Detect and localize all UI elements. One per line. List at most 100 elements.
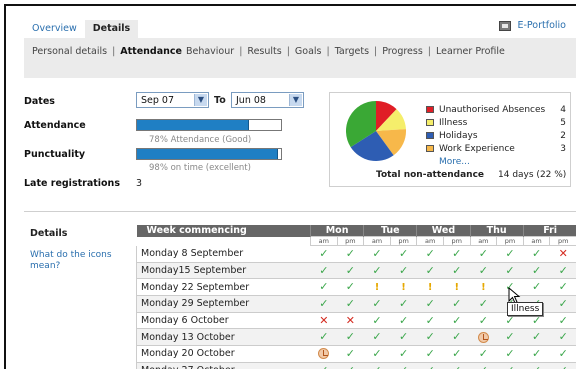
session-cell[interactable]: ✓ [337, 362, 364, 369]
subnav-item-results[interactable]: Results [247, 46, 281, 57]
attendance-bar [136, 119, 282, 131]
subnav-items: Personal details | Attendance Behaviour | Res… [32, 46, 505, 57]
session-cell[interactable]: ✓ [363, 262, 391, 280]
session-cell[interactable]: ✓ [496, 345, 524, 363]
session-cell[interactable]: ✓ [443, 295, 471, 313]
subnav-item-progress[interactable]: Progress [382, 46, 423, 57]
session-cell[interactable]: ✓ [549, 345, 576, 363]
session-cell[interactable]: ✓ [416, 245, 444, 263]
session-cell[interactable]: ✓ [470, 262, 497, 280]
session-cell[interactable]: ✓ [549, 328, 576, 347]
subnav-item-behaviour[interactable]: Behaviour [186, 46, 234, 57]
session-cell[interactable]: ✓ [523, 262, 550, 280]
session-cell[interactable]: ✓ [390, 295, 417, 313]
session-cell[interactable]: ✓ [470, 245, 497, 263]
session-cell[interactable]: ✓ [337, 245, 364, 263]
session-cell[interactable]: ✓ [337, 295, 364, 313]
session-cell[interactable]: ✓ [310, 362, 338, 369]
more-link[interactable]: More... [439, 157, 470, 167]
session-cell[interactable]: ✓ [549, 262, 576, 280]
session-cell[interactable]: ✓ [310, 295, 338, 313]
session-cell[interactable]: ✓ [496, 362, 524, 369]
date-to-select[interactable]: Jun 08 ▼ [231, 92, 304, 108]
tab-overview[interactable]: Overview [24, 20, 85, 38]
session-cell[interactable]: ✓ [390, 262, 417, 280]
session-cell[interactable]: ✓ [523, 362, 550, 369]
session-cell[interactable]: ✓ [337, 328, 364, 347]
punctuality-bar [136, 148, 282, 160]
session-cell[interactable] [470, 328, 497, 347]
session-cell[interactable]: ✓ [390, 245, 417, 263]
session-cell[interactable]: ✓ [523, 245, 550, 263]
present-tick-icon: ✓ [345, 263, 355, 277]
session-cell[interactable]: ✓ [496, 328, 524, 347]
session-cell[interactable]: ✓ [549, 312, 576, 330]
session-cell[interactable]: ✓ [363, 295, 391, 313]
session-cell[interactable]: ✓ [390, 328, 417, 347]
session-cell[interactable]: ✓ [337, 262, 364, 280]
present-tick-icon: ✓ [452, 263, 462, 277]
session-cell[interactable]: ✓ [443, 262, 471, 280]
tab-details[interactable]: Details [84, 20, 139, 38]
subnav-item-attendance[interactable]: Attendance [120, 46, 182, 57]
session-cell[interactable]: ✓ [443, 312, 471, 330]
session-cell[interactable]: ✓ [310, 262, 338, 280]
session-cell[interactable]: ! [390, 278, 417, 297]
session-cell[interactable]: ✓ [549, 295, 576, 313]
session-cell[interactable]: ✓ [496, 245, 524, 263]
session-cell[interactable]: ✓ [416, 312, 444, 330]
absent-cross-icon: ✕ [345, 313, 355, 327]
session-cell[interactable]: ! [416, 278, 444, 297]
date-from-select[interactable]: Sep 07 ▼ [136, 92, 209, 108]
session-cell[interactable]: ✓ [390, 362, 417, 369]
session-cell[interactable]: ✓ [363, 245, 391, 263]
session-cell[interactable]: ✓ [416, 345, 444, 363]
session-header-pm: pm [549, 236, 576, 246]
session-cell[interactable]: ✕ [337, 312, 364, 330]
session-cell[interactable]: ✓ [549, 362, 576, 369]
session-cell[interactable]: ✓ [470, 312, 497, 330]
session-cell[interactable] [310, 345, 338, 363]
session-cell[interactable]: ✓ [416, 362, 444, 369]
session-cell[interactable]: ✓ [416, 328, 444, 347]
session-cell[interactable]: ✓ [416, 295, 444, 313]
icons-help-link[interactable]: What do the icons mean? [30, 250, 120, 272]
session-cell[interactable]: ✓ [363, 328, 391, 347]
session-cell[interactable]: ✓ [443, 245, 471, 263]
session-cell[interactable]: ✓ [443, 345, 471, 363]
session-cell[interactable]: ! [470, 278, 497, 297]
session-cell[interactable]: ✕ [549, 245, 576, 263]
session-cell[interactable]: ✓ [470, 345, 497, 363]
session-cell[interactable]: ✓ [310, 278, 338, 297]
week-commencing-cell: Monday 29 September [136, 295, 311, 313]
session-cell[interactable]: ✓ [443, 328, 471, 347]
session-cell[interactable]: ✓ [416, 262, 444, 280]
session-cell[interactable]: ✓ [523, 328, 550, 347]
session-cell[interactable]: ✓ [363, 312, 391, 330]
eportfolio-link[interactable]: E-Portfolio [499, 20, 566, 31]
subnav-item-personal-details[interactable]: Personal details [32, 46, 107, 57]
session-cell[interactable]: ✕ [310, 312, 338, 330]
session-cell[interactable]: ✓ [549, 278, 576, 297]
session-cell[interactable]: ! [443, 278, 471, 297]
session-cell[interactable]: ✓ [470, 362, 497, 369]
subnav-item-learner-profile[interactable]: Learner Profile [436, 46, 505, 57]
session-cell[interactable]: ✓ [390, 345, 417, 363]
session-cell[interactable]: ✓ [390, 312, 417, 330]
session-cell[interactable]: ✓ [363, 362, 391, 369]
session-cell[interactable]: ✓ [363, 345, 391, 363]
session-cell[interactable]: ✓ [523, 278, 550, 297]
subnav-item-targets[interactable]: Targets [335, 46, 369, 57]
session-cell[interactable]: ! [363, 278, 391, 297]
top-tabs: Overview Details [24, 20, 139, 38]
session-cell[interactable]: ✓ [310, 328, 338, 347]
session-cell[interactable]: ✓ [470, 295, 497, 313]
session-cell[interactable]: ✓ [523, 345, 550, 363]
session-cell[interactable]: ✓ [337, 278, 364, 297]
session-cell[interactable]: ✓ [496, 262, 524, 280]
subnav-item-goals[interactable]: Goals [295, 46, 322, 57]
session-cell[interactable]: ✓ [443, 362, 471, 369]
week-commencing-cell: Monday 8 September [136, 245, 311, 263]
session-cell[interactable]: ✓ [310, 245, 338, 263]
session-cell[interactable]: ✓ [337, 345, 364, 363]
